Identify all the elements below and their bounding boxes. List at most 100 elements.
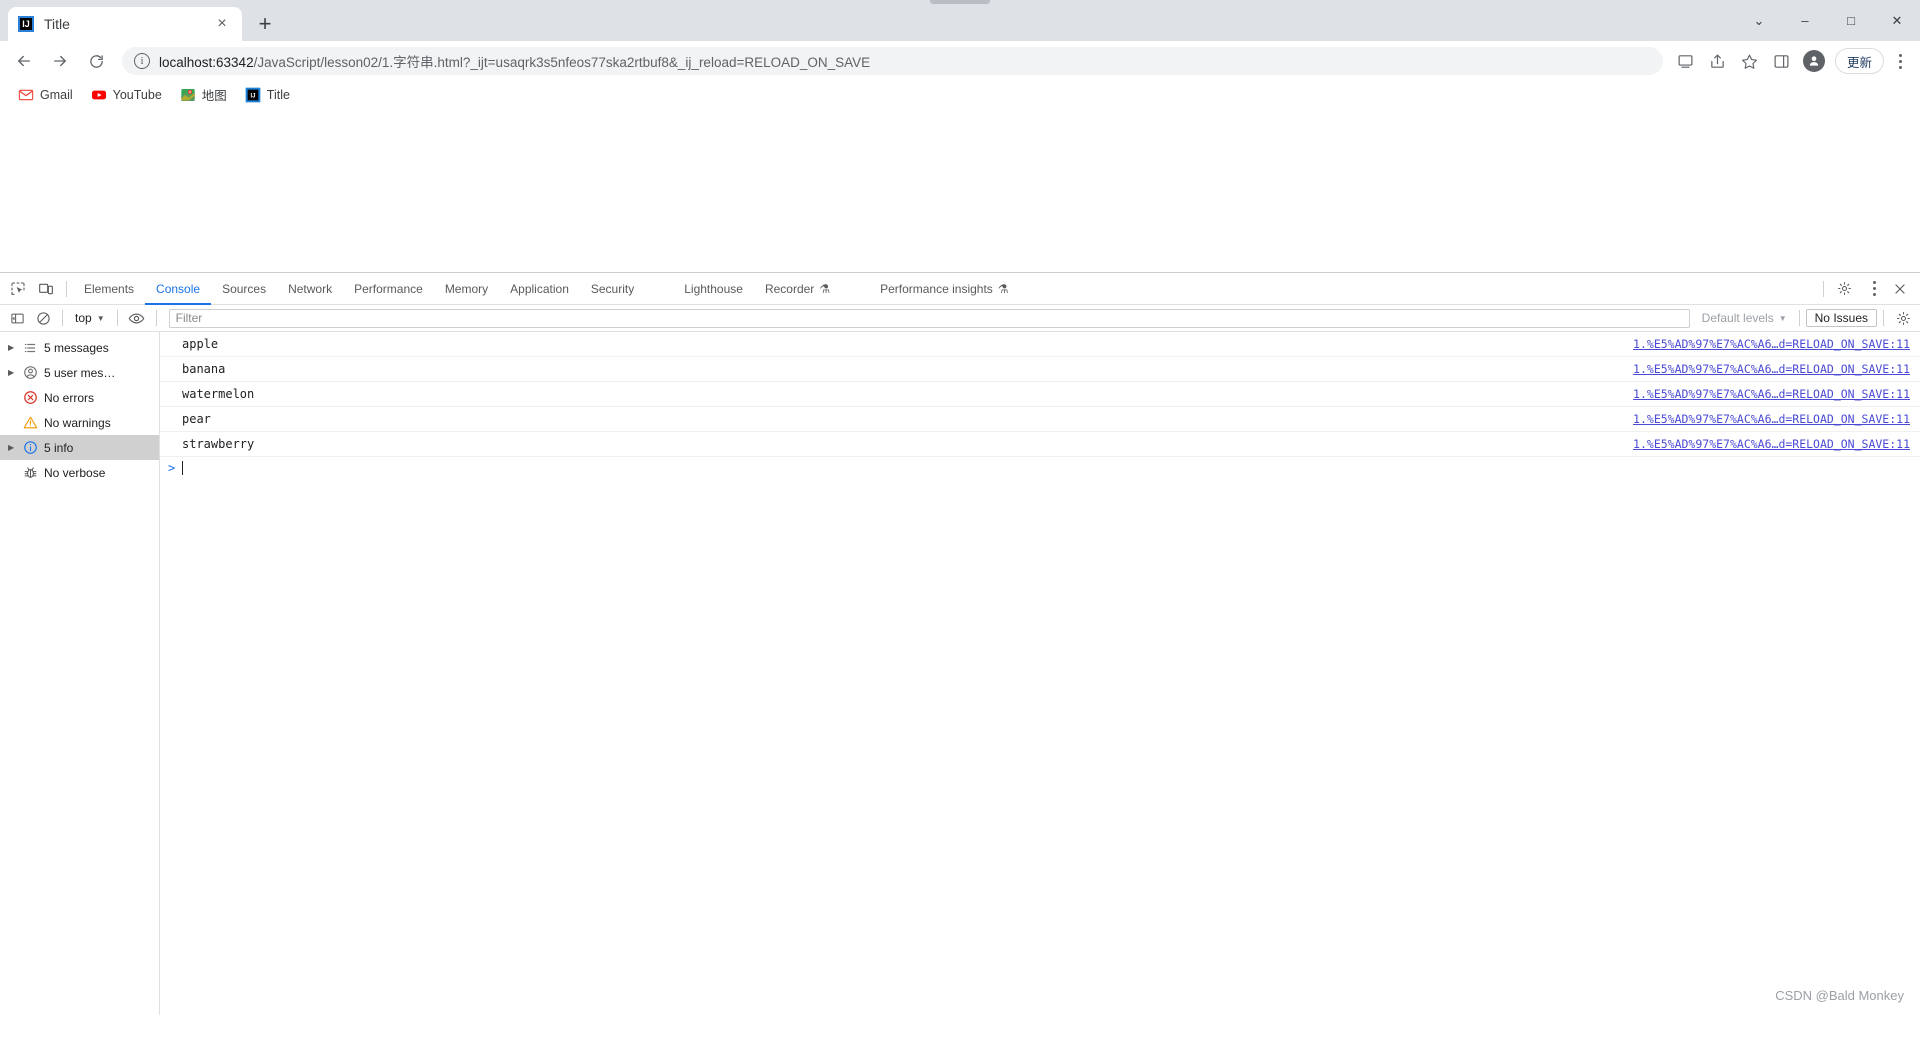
console-log-row[interactable]: pear 1.%E5%AD%97%E7%AC%A6…d=RELOAD_ON_SA… — [160, 407, 1920, 432]
execution-context-selector[interactable]: top ▼ — [69, 308, 111, 328]
console-log-source-link[interactable]: 1.%E5%AD%97%E7%AC%A6…d=RELOAD_ON_SAVE:11 — [1633, 437, 1910, 451]
browser-tab[interactable]: IJ Title × — [8, 7, 242, 41]
chevron-down-icon[interactable]: ⌄ — [1736, 5, 1782, 37]
bookmark-maps[interactable]: 地图 — [172, 82, 235, 107]
sidebar-item-label: 5 info — [44, 440, 74, 455]
live-expression-icon[interactable] — [124, 306, 150, 330]
close-window-button[interactable]: ✕ — [1874, 5, 1920, 37]
toolbar-divider — [62, 310, 63, 326]
tab-sources[interactable]: Sources — [211, 273, 277, 305]
console-log-source-link[interactable]: 1.%E5%AD%97%E7%AC%A6…d=RELOAD_ON_SAVE:11 — [1633, 337, 1910, 351]
sidebar-item-verbose[interactable]: No verbose — [0, 460, 159, 485]
sidebar-item-warnings[interactable]: No warnings — [0, 410, 159, 435]
maximize-button[interactable]: □ — [1828, 5, 1874, 37]
url-path: /JavaScript/lesson02/1.字符串.html?_ijt=usa… — [253, 55, 871, 70]
new-tab-button[interactable]: + — [248, 7, 282, 41]
console-log-row[interactable]: apple 1.%E5%AD%97%E7%AC%A6…d=RELOAD_ON_S… — [160, 332, 1920, 357]
tab-recorder[interactable]: Recorder ⚗ — [754, 273, 841, 305]
tab-network[interactable]: Network — [277, 273, 343, 305]
profile-avatar[interactable] — [1799, 46, 1829, 76]
list-icon — [20, 341, 40, 355]
back-icon[interactable] — [8, 45, 40, 77]
sidebar-item-info[interactable]: ▶ 5 info — [0, 435, 159, 460]
console-filter-bar: top ▼ Default levels ▼ No Issues — [0, 305, 1920, 332]
gear-icon[interactable] — [1830, 275, 1858, 303]
favicon-text: IJ — [22, 18, 30, 29]
bookmark-youtube[interactable]: YouTube — [83, 84, 170, 106]
side-panel-icon[interactable] — [1767, 46, 1797, 76]
tab-label: Lighthouse — [684, 281, 743, 296]
console-prompt[interactable]: > — [160, 457, 1920, 479]
console-log-text: banana — [182, 362, 226, 376]
experiment-flask-icon: ⚗ — [819, 281, 831, 296]
tab-elements[interactable]: Elements — [73, 273, 145, 305]
text-cursor — [182, 461, 184, 475]
tab-label: Sources — [222, 281, 267, 296]
update-button[interactable]: 更新 — [1834, 48, 1884, 74]
forward-icon[interactable] — [44, 45, 76, 77]
console-log-source-link[interactable]: 1.%E5%AD%97%E7%AC%A6…d=RELOAD_ON_SAVE:11 — [1633, 387, 1910, 401]
cast-icon[interactable] — [1671, 46, 1701, 76]
devtools-more-menu-icon[interactable] — [1862, 274, 1886, 304]
expand-arrow-icon[interactable]: ▶ — [8, 443, 20, 452]
console-filter-input[interactable] — [168, 308, 1690, 328]
watermark-text: CSDN @Bald Monkey — [1775, 988, 1904, 1003]
tab-label: Security — [590, 281, 635, 296]
expand-arrow-icon[interactable]: ▶ — [8, 368, 20, 377]
tab-security[interactable]: Security — [580, 273, 645, 305]
bookmark-gmail[interactable]: Gmail — [10, 84, 81, 106]
console-log-row[interactable]: watermelon 1.%E5%AD%97%E7%AC%A6…d=RELOAD… — [160, 382, 1920, 407]
chevron-down-icon: ▼ — [1778, 313, 1787, 323]
sidebar-item-user-messages[interactable]: ▶ 5 user mes… — [0, 360, 159, 385]
inspect-element-icon[interactable] — [4, 275, 32, 303]
devtools-panel: Elements Console Sources Network Perform… — [0, 272, 1920, 1015]
svg-text:IJ: IJ — [250, 93, 255, 99]
device-toolbar-icon[interactable] — [32, 275, 60, 303]
console-log-source-link[interactable]: 1.%E5%AD%97%E7%AC%A6…d=RELOAD_ON_SAVE:11 — [1633, 412, 1910, 426]
toolbar-divider — [1883, 310, 1884, 326]
sidebar-item-messages[interactable]: ▶ 5 messages — [0, 335, 159, 360]
minimize-button[interactable]: – — [1782, 5, 1828, 37]
three-dot-menu-icon[interactable] — [1888, 46, 1912, 76]
console-log-row[interactable]: banana 1.%E5%AD%97%E7%AC%A6…d=RELOAD_ON_… — [160, 357, 1920, 382]
bookmark-star-icon[interactable] — [1735, 46, 1765, 76]
close-icon[interactable]: × — [212, 14, 232, 34]
window-drag-handle[interactable] — [930, 0, 990, 4]
console-log-source-link[interactable]: 1.%E5%AD%97%E7%AC%A6…d=RELOAD_ON_SAVE:11 — [1633, 362, 1910, 376]
toolbar-divider — [66, 280, 67, 297]
warning-icon — [20, 415, 40, 430]
error-icon — [20, 390, 40, 405]
tab-application[interactable]: Application — [499, 273, 580, 305]
address-bar[interactable]: i localhost:63342/JavaScript/lesson02/1.… — [122, 47, 1663, 75]
reload-icon[interactable] — [80, 45, 112, 77]
devtools-tabbar: Elements Console Sources Network Perform… — [0, 273, 1920, 305]
toolbar-divider — [155, 310, 157, 326]
bookmark-label: Title — [266, 87, 290, 102]
url-text: localhost:63342/JavaScript/lesson02/1.字符… — [159, 51, 870, 71]
share-icon[interactable] — [1703, 46, 1733, 76]
window-controls: ⌄ – □ ✕ — [1736, 0, 1920, 41]
issues-button[interactable]: No Issues — [1805, 309, 1877, 327]
intellij-idea-icon: IJ — [18, 16, 34, 32]
expand-arrow-icon[interactable]: ▶ — [8, 343, 20, 352]
console-sidebar-toggle-icon[interactable] — [4, 306, 30, 330]
sidebar-item-label: No verbose — [44, 465, 106, 480]
tab-label: Performance insights — [880, 281, 993, 296]
close-devtools-icon[interactable] — [1886, 275, 1914, 303]
console-settings-gear-icon[interactable] — [1890, 306, 1916, 330]
tab-memory[interactable]: Memory — [434, 273, 499, 305]
toolbar-divider — [1823, 280, 1824, 297]
bookmark-label: Gmail — [40, 87, 73, 102]
log-levels-selector[interactable]: Default levels ▼ — [1696, 311, 1793, 325]
tab-lighthouse[interactable]: Lighthouse — [673, 273, 754, 305]
clear-console-icon[interactable] — [30, 306, 56, 330]
tab-performance-insights[interactable]: Performance insights ⚗ — [869, 273, 1019, 305]
site-info-icon[interactable]: i — [134, 53, 150, 69]
tab-title: Title — [44, 16, 70, 32]
tab-console[interactable]: Console — [145, 273, 212, 305]
tab-performance[interactable]: Performance — [343, 273, 434, 305]
bookmark-title[interactable]: IJ Title — [237, 84, 298, 106]
bug-icon — [20, 465, 40, 480]
sidebar-item-errors[interactable]: No errors — [0, 385, 159, 410]
console-log-row[interactable]: strawberry 1.%E5%AD%97%E7%AC%A6…d=RELOAD… — [160, 432, 1920, 457]
